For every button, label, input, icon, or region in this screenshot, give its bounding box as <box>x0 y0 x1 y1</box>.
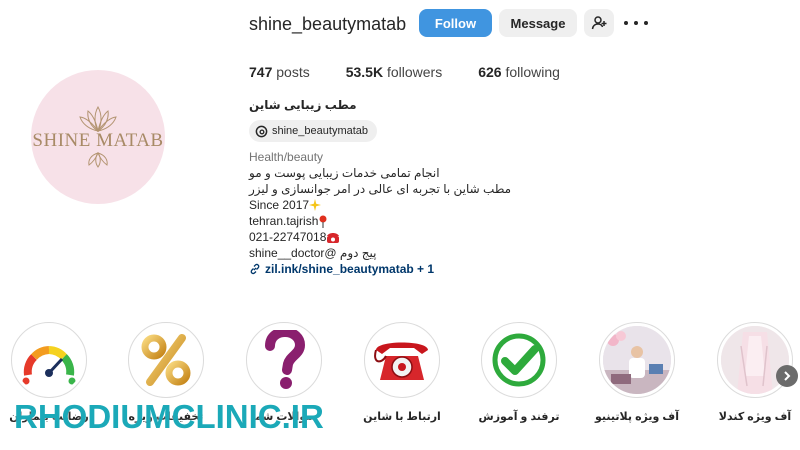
bio-category: Health/beauty <box>249 150 324 164</box>
lotus-reflection-icon <box>88 152 108 168</box>
link-icon <box>250 263 260 275</box>
gauge-icon <box>22 346 76 385</box>
suggested-users-button[interactable] <box>584 9 614 37</box>
highlight-tips[interactable]: ترفند و آموزش <box>479 322 559 423</box>
chevron-right-icon <box>784 371 791 381</box>
bio-link-text: zil.ink/shine_beautymatab + 1 <box>265 262 435 276</box>
more-options-icon[interactable] <box>624 15 648 31</box>
followers-count: 53.5K <box>345 64 384 80</box>
telephone-emoji-icon <box>327 232 340 243</box>
following-count: 626 <box>478 64 502 80</box>
since-text: Since 2017 <box>249 198 310 212</box>
username: shine_beautymatab <box>249 14 407 34</box>
clinic-photo-icon <box>603 326 671 394</box>
phone-text: 021-22747018 <box>249 230 327 244</box>
highlight-label: ارتباط با شاین <box>363 411 441 423</box>
message-button[interactable]: Message <box>499 9 577 37</box>
followers-stat[interactable]: 53.5K followers <box>346 64 443 80</box>
profile-avatar[interactable]: SHINE MATAB <box>31 70 165 204</box>
bio-line-phone: 021-22747018 <box>249 230 340 244</box>
threads-icon <box>255 125 268 137</box>
follow-button[interactable]: Follow <box>419 9 492 37</box>
bio-line-second-page: پیج دوم @shine__doctor <box>249 246 377 260</box>
highlight-platinum-offer[interactable]: آف ویژه پلاتینیو <box>595 322 679 423</box>
posts-label: posts <box>276 64 310 80</box>
bio-line-services: انجام تمامی خدمات زیبایی پوست و مو <box>249 166 440 180</box>
sparkles-icon <box>309 199 322 212</box>
following-label: following <box>505 64 560 80</box>
threads-badge[interactable]: shine_beautymatab <box>249 120 378 142</box>
highlight-label: ترفند و آموزش <box>478 411 560 423</box>
question-mark-icon <box>265 330 306 389</box>
followers-label: followers <box>386 64 443 80</box>
percent-icon <box>141 334 191 386</box>
highlight-label: آف ویژه پلاتینیو <box>595 411 679 423</box>
highlight-label: آف ویژه کندلا <box>718 411 792 423</box>
site-watermark: RHODIUMCLINIC.IR <box>14 398 324 435</box>
avatar-brand-text: SHINE MATAB <box>32 130 164 151</box>
telephone-icon <box>374 342 428 380</box>
threads-handle: shine_beautymatab <box>272 125 369 137</box>
highlights-next-button[interactable] <box>776 365 798 387</box>
profile-stats: 747 posts 53.5K followers 626 following <box>249 64 596 80</box>
posts-count: 747 <box>249 64 273 80</box>
checkmark-icon <box>492 333 546 387</box>
lotus-logo-icon <box>79 106 117 132</box>
pin-icon <box>319 215 327 229</box>
bio-line-location: tehran.tajrish <box>249 214 328 229</box>
following-stat[interactable]: 626 following <box>478 64 560 80</box>
location-text: tehran.tajrish <box>249 214 319 228</box>
bio-line-experience: مطب شاین با تجربه ای عالی در امر جوانساز… <box>249 182 512 196</box>
highlight-contact[interactable]: ارتباط با شاین <box>362 322 442 423</box>
bio-display-name: مطب زیبایی شاین <box>249 98 357 112</box>
add-user-icon <box>591 16 607 30</box>
posts-stat[interactable]: 747 posts <box>249 64 310 80</box>
bio-line-since: Since 2017 <box>249 198 322 212</box>
bio-link[interactable]: zil.ink/shine_beautymatab + 1 <box>249 262 434 276</box>
